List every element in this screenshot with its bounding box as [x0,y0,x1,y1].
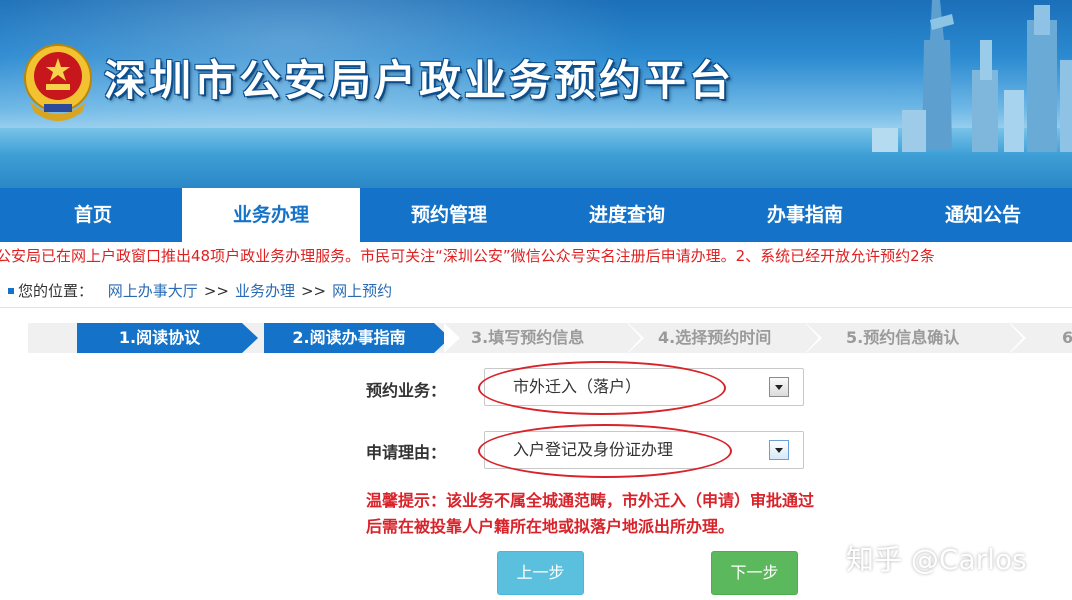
notice-text: 公安局已在网上户政窗口推出48项户政业务办理服务。市民可关注“深圳公安”微信公众… [0,247,935,265]
reason-select-value: 入户登记及身份证办理 [513,440,674,459]
breadcrumb-separator: >> [203,282,229,300]
police-emblem-icon [24,44,92,121]
nav-progress[interactable]: 进度查询 [538,188,716,242]
bullet-square-icon [8,287,14,294]
step-4: 4.选择预约时间 [658,328,772,347]
nav-home[interactable]: 首页 [4,188,182,242]
reason-label: 申请理由： [366,443,447,462]
step-2: 2.阅读办事指南 [264,323,450,353]
next-step-button[interactable]: 下一步 [711,551,798,595]
step-chevron-inner [627,323,641,353]
business-select[interactable]: 市外迁入（落户） [484,368,804,406]
step-1: 1.阅读协议 [77,323,258,353]
city-skyline-image [872,0,1072,152]
nav-guide[interactable]: 办事指南 [716,188,894,242]
breadcrumb-link-hall[interactable]: 网上办事大厅 [108,282,198,300]
step-3: 3.填写预约信息 [471,328,585,347]
breadcrumb: 您的位置： 网上办事大厅 >> 业务办理 >> 网上预约 [6,277,1072,305]
chevron-down-icon[interactable] [769,440,789,460]
business-label: 预约业务： [366,381,447,400]
chevron-down-icon[interactable] [769,377,789,397]
warm-tip-line: 后需在被投靠人户籍所在地或拟落户地派出所办理。 [366,517,735,536]
step-chevron-inner [805,323,819,353]
step-5: 5.预约信息确认 [846,328,960,347]
nav-business[interactable]: 业务办理 [182,188,360,242]
breadcrumb-prefix: 您的位置： [18,282,94,300]
step-chevron [444,323,460,353]
main-nav: 首页 业务办理 预约管理 进度查询 办事指南 通知公告 [0,188,1072,242]
notice-marquee: 公安局已在网上户政窗口推出48项户政业务办理服务。市民可关注“深圳公安”微信公众… [0,242,1072,270]
divider [0,307,1072,308]
reason-select[interactable]: 入户登记及身份证办理 [484,431,804,469]
nav-notices[interactable]: 通知公告 [894,188,1072,242]
warm-tip-line: 温馨提示：该业务不属全城通范畴，市外迁入（申请）审批通过 [366,491,815,510]
site-title: 深圳市公安局户政业务预约平台 [104,56,735,105]
business-select-value: 市外迁入（落户） [513,377,642,396]
header-banner: 深圳市公安局户政业务预约平台 [0,0,1072,188]
breadcrumb-link-appointment[interactable]: 网上预约 [332,282,392,300]
breadcrumb-link-business[interactable]: 业务办理 [235,282,295,300]
watermark: 知乎 @Carlos [846,543,1027,576]
prev-step-button[interactable]: 上一步 [497,551,584,595]
warm-tip: 温馨提示：该业务不属全城通范畴，市外迁入（申请）审批通过 后需在被投靠人户籍所在… [366,488,886,540]
nav-appointments[interactable]: 预约管理 [360,188,538,242]
step-chevron-inner [1009,323,1023,353]
breadcrumb-separator: >> [300,282,327,300]
step-6: 6 [1062,328,1072,347]
